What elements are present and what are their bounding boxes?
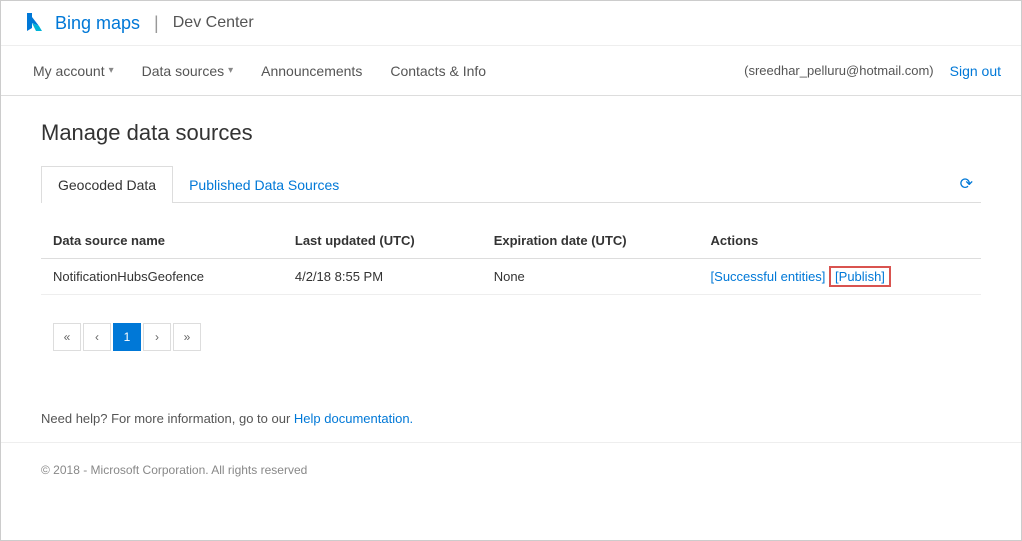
- help-text-before: Need help? For more information, go to o…: [41, 411, 294, 426]
- col-header-name: Data source name: [41, 223, 283, 259]
- dev-center-text: Dev Center: [173, 14, 254, 32]
- footer-text: © 2018 - Microsoft Corporation. All righ…: [41, 463, 307, 477]
- nav-bar: My account ▾ Data sources ▾ Announcement…: [1, 46, 1021, 96]
- logo-text: Bing maps: [55, 13, 140, 34]
- help-text-area: Need help? For more information, go to o…: [1, 387, 1021, 442]
- nav-right: (sreedhar_pelluru@hotmail.com) Sign out: [744, 63, 1001, 79]
- bing-logo-icon: [21, 9, 49, 37]
- nav-item-announcements[interactable]: Announcements: [249, 49, 374, 93]
- col-header-actions: Actions: [699, 223, 981, 259]
- logo-area: Bing maps | Dev Center: [21, 9, 254, 37]
- table-header-row: Data source name Last updated (UTC) Expi…: [41, 223, 981, 259]
- nav-label-contacts-info: Contacts & Info: [390, 63, 486, 79]
- page-title: Manage data sources: [41, 120, 981, 146]
- chevron-down-icon-data-sources: ▾: [228, 65, 233, 76]
- tab-published-data-sources[interactable]: Published Data Sources: [173, 167, 355, 203]
- nav-email: (sreedhar_pelluru@hotmail.com): [744, 63, 934, 78]
- publish-button[interactable]: [Publish]: [829, 266, 891, 287]
- help-documentation-link[interactable]: Help documentation.: [294, 411, 413, 426]
- pagination-last[interactable]: »: [173, 323, 201, 351]
- sign-out-link[interactable]: Sign out: [950, 63, 1001, 79]
- tab-published-label: Published Data Sources: [189, 177, 339, 193]
- pagination-next[interactable]: ›: [143, 323, 171, 351]
- chevron-down-icon-account: ▾: [109, 65, 114, 76]
- top-bar: Bing maps | Dev Center: [1, 1, 1021, 46]
- cell-actions: [Successful entities] [Publish]: [699, 259, 981, 295]
- nav-label-announcements: Announcements: [261, 63, 362, 79]
- nav-item-my-account[interactable]: My account ▾: [21, 49, 126, 93]
- pagination-first[interactable]: «: [53, 323, 81, 351]
- table-row: NotificationHubsGeofence 4/2/18 8:55 PM …: [41, 259, 981, 295]
- pagination-prev[interactable]: ‹: [83, 323, 111, 351]
- pagination: « ‹ 1 › »: [41, 311, 981, 363]
- successful-entities-link[interactable]: [Successful entities]: [711, 269, 826, 284]
- cell-last-updated: 4/2/18 8:55 PM: [283, 259, 482, 295]
- col-header-last-updated: Last updated (UTC): [283, 223, 482, 259]
- cell-datasource-name: NotificationHubsGeofence: [41, 259, 283, 295]
- main-content: Manage data sources Geocoded Data Publis…: [1, 96, 1021, 387]
- nav-label-my-account: My account: [33, 63, 105, 79]
- nav-item-data-sources[interactable]: Data sources ▾: [130, 49, 246, 93]
- data-table: Data source name Last updated (UTC) Expi…: [41, 223, 981, 295]
- pagination-current[interactable]: 1: [113, 323, 141, 351]
- col-header-expiration: Expiration date (UTC): [482, 223, 699, 259]
- logo-divider: |: [154, 13, 159, 34]
- tab-geocoded-data-label: Geocoded Data: [58, 177, 156, 193]
- refresh-icon[interactable]: ⟳: [952, 170, 981, 198]
- tabs-container: Geocoded Data Published Data Sources ⟳: [41, 166, 981, 203]
- nav-item-contacts-info[interactable]: Contacts & Info: [378, 49, 498, 93]
- nav-items: My account ▾ Data sources ▾ Announcement…: [21, 49, 744, 93]
- nav-label-data-sources: Data sources: [142, 63, 224, 79]
- tab-geocoded-data[interactable]: Geocoded Data: [41, 166, 173, 203]
- footer: © 2018 - Microsoft Corporation. All righ…: [1, 442, 1021, 497]
- cell-expiration: None: [482, 259, 699, 295]
